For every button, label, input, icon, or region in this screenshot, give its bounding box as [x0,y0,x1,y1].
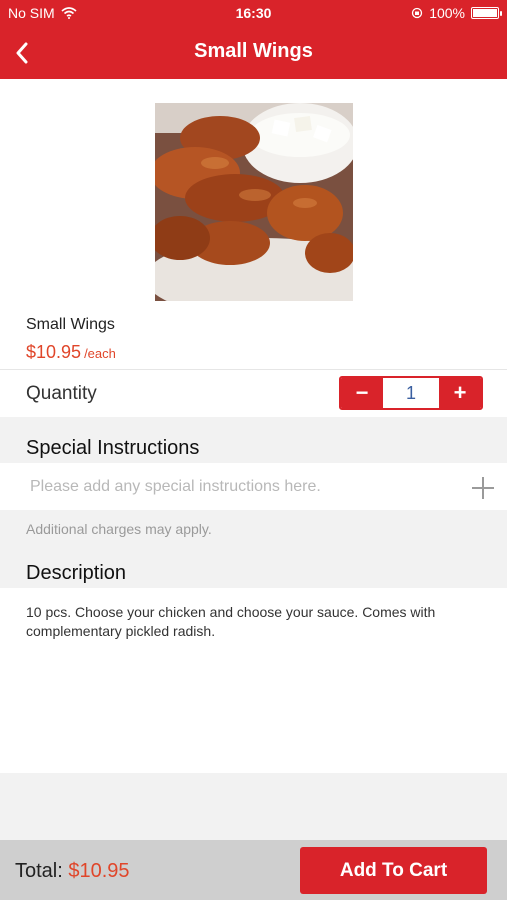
add-to-cart-button[interactable]: Add To Cart [300,847,487,894]
note-section: Additional charges may apply. Descriptio… [0,510,507,588]
status-bar: No SIM 16:30 100% [0,0,507,28]
special-instructions-header: Special Instructions [0,417,507,463]
price-unit: /each [84,346,116,361]
status-right: 100% [411,5,502,21]
battery-percent: 100% [429,5,465,21]
special-instructions-input[interactable] [30,463,450,510]
special-instructions-heading: Special Instructions [26,437,200,459]
item-price: $10.95 [26,342,82,362]
decrement-button[interactable]: − [341,378,383,408]
nav-bar: Small Wings [0,28,507,79]
quantity-label: Quantity [26,383,97,404]
quantity-stepper: − 1 + [339,376,483,410]
charges-note: Additional charges may apply. [26,521,212,537]
plus-icon[interactable] [470,475,496,501]
total-label: Total: [15,860,63,882]
increment-button[interactable]: + [439,378,481,408]
price-row: $10.95/each [26,342,116,363]
quantity-value[interactable]: 1 [383,378,439,408]
total-row: Total: $10.95 [15,860,130,883]
wings-photo [155,103,353,301]
item-name: Small Wings [26,316,115,333]
description-heading: Description [26,562,127,584]
orientation-lock-icon [412,7,423,19]
item-content: Small Wings $10.95/each Quantity − 1 + S… [0,79,507,773]
item-detail-screen: No SIM 16:30 100% Small Wings Small Wing… [0,0,507,900]
app-header: No SIM 16:30 100% Small Wings [0,0,507,79]
product-image [155,103,353,301]
divider [0,369,507,370]
special-instructions-field [0,463,507,510]
total-value: $10.95 [68,860,130,882]
checkout-footer: Total: $10.95 Add To Cart [0,840,507,900]
page-title: Small Wings [194,40,313,62]
description-text: 10 pcs. Choose your chicken and choose y… [26,604,436,639]
battery-icon [471,7,502,19]
